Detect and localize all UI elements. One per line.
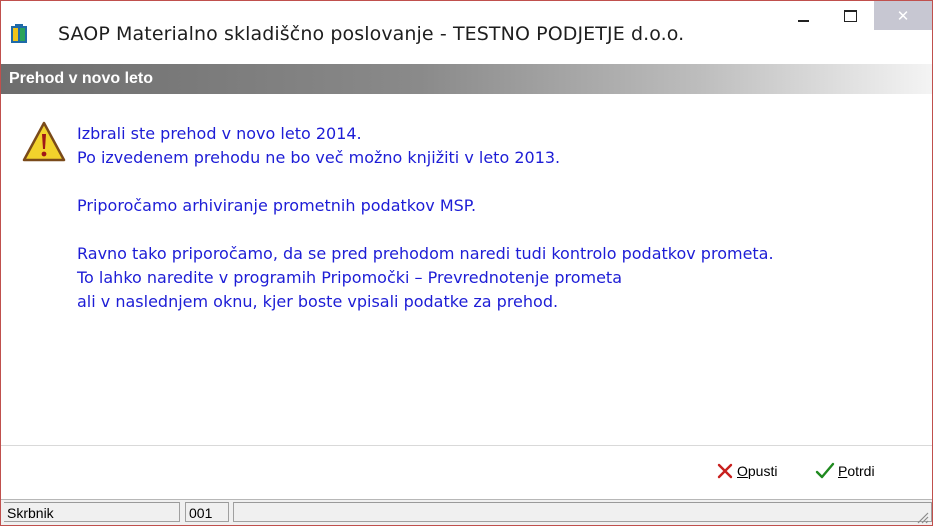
close-icon: ✕ xyxy=(896,7,910,25)
message-line: ali v naslednjem oknu, kjer boste vpisal… xyxy=(77,292,559,311)
maximize-icon xyxy=(843,9,857,22)
status-user: Skrbnik xyxy=(4,502,180,522)
resize-grip-icon[interactable] xyxy=(915,510,929,524)
confirm-button[interactable]: Potrdi xyxy=(815,458,891,484)
cancel-button[interactable]: Opusti xyxy=(716,458,798,484)
message-line: Po izvedenem prehodu ne bo več možno knj… xyxy=(77,148,561,167)
message-line: To lahko naredite v programih Pripomočki… xyxy=(77,268,622,287)
status-bar: Skrbnik 001 xyxy=(1,499,932,525)
message-text: Izbrali ste prehod v novo leto 2014. Po … xyxy=(77,122,774,314)
message-panel: Izbrali ste prehod v novo leto 2014. Po … xyxy=(1,94,932,438)
message-line: Priporočamo arhiviranje prometnih podatk… xyxy=(77,196,477,215)
minimize-icon xyxy=(797,19,809,22)
maximize-button[interactable] xyxy=(827,1,873,30)
green-check-icon xyxy=(815,462,835,479)
cancel-label: Opusti xyxy=(737,463,778,479)
button-bar: Opusti Potrdi xyxy=(1,446,932,493)
status-code: 001 xyxy=(185,502,229,522)
close-button[interactable]: ✕ xyxy=(874,1,932,30)
status-extra xyxy=(233,502,932,522)
saop-app-icon xyxy=(11,24,27,43)
window-title: SAOP Materialno skladiščno poslovanje - … xyxy=(58,23,685,45)
app-window: SAOP Materialno skladiščno poslovanje - … xyxy=(0,0,933,526)
red-x-icon xyxy=(717,463,733,479)
dialog-header: Prehod v novo leto xyxy=(1,64,932,94)
dialog-header-title: Prehod v novo leto xyxy=(9,70,154,87)
message-line: Izbrali ste prehod v novo leto 2014. xyxy=(77,124,362,143)
minimize-button[interactable] xyxy=(780,1,826,30)
title-bar[interactable]: SAOP Materialno skladiščno poslovanje - … xyxy=(1,1,932,64)
confirm-label: Potrdi xyxy=(838,463,875,479)
message-line: Ravno tako priporočamo, da se pred preho… xyxy=(77,244,774,263)
warning-icon xyxy=(22,121,66,162)
